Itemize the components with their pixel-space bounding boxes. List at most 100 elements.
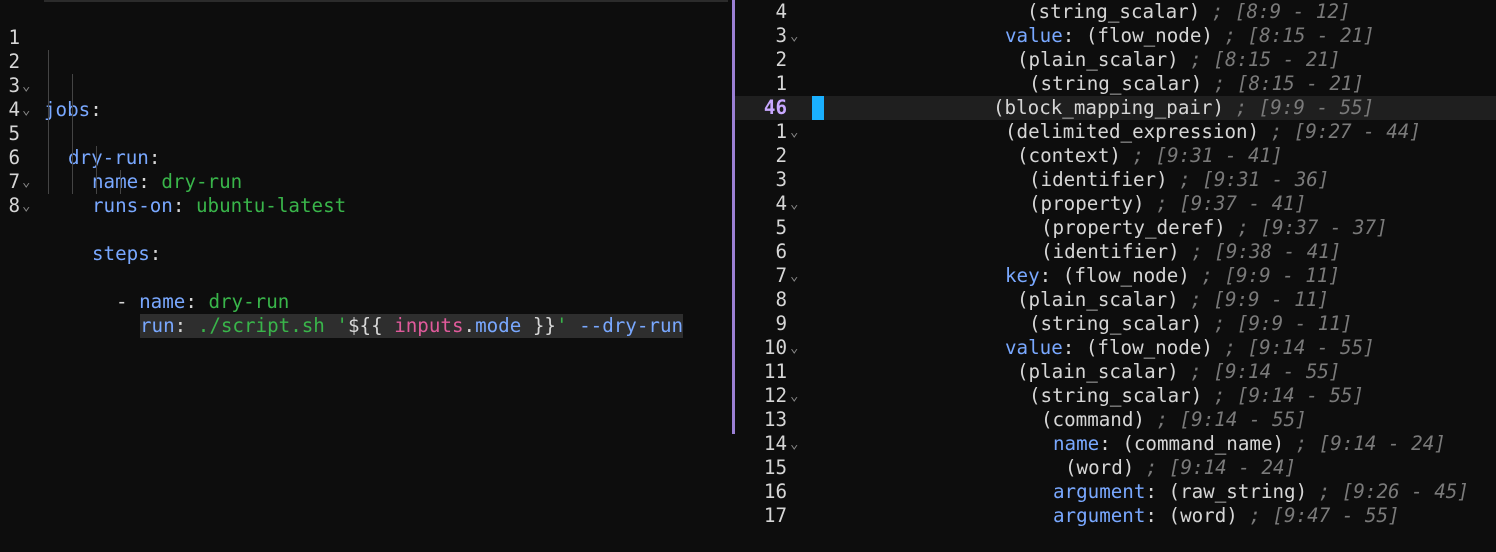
tree-node: value: (flow_node) ; [9:14 - 55] xyxy=(1005,336,1375,359)
field-name: value xyxy=(1005,24,1063,47)
colon: : xyxy=(174,314,187,337)
indent-guide xyxy=(48,122,49,146)
relative-line-number: 17 xyxy=(763,504,787,527)
colon: : xyxy=(138,170,150,193)
editor-line[interactable]: 2 ⌄ jobs: xyxy=(0,26,101,121)
node-range: ; [8:15 - 21] xyxy=(1213,72,1365,95)
tree-row[interactable]: 4 ⌄ (property) ; [9:37 - 41] xyxy=(735,192,1496,216)
colon: : xyxy=(149,242,162,265)
indent-guide xyxy=(120,170,121,194)
selected-run-line[interactable]: run: ./script.sh '${{ inputs.mode }}' --… xyxy=(140,314,684,338)
node-range: ; [9:37 - 37] xyxy=(1237,216,1388,239)
fold-chevron-icon[interactable]: ⌄ xyxy=(790,120,798,144)
fold-chevron-icon[interactable]: ⌄ xyxy=(790,24,798,48)
yaml-key: runs-on xyxy=(92,194,173,217)
tree-node: (property) ; [9:37 - 41] xyxy=(1029,192,1306,216)
relative-line-number: 46 xyxy=(763,96,787,119)
tree-node: (string_scalar) ; [8:9 - 12] xyxy=(1027,0,1350,24)
node-type: (delimited_expression) xyxy=(1005,120,1260,143)
yaml-key: steps xyxy=(92,242,150,265)
run-flag: --dry-run xyxy=(579,314,684,337)
node-range: ; [9:26 - 45] xyxy=(1318,480,1469,503)
editor-line[interactable]: 7 ⌄ - name: dry-run xyxy=(0,146,289,313)
tree-row[interactable]: 16 argument: (raw_string) ; [9:26 - 45] xyxy=(735,480,1496,504)
tree-row[interactable]: 5 (property_deref) ; [9:37 - 37] xyxy=(735,216,1496,240)
tree-row[interactable]: 1 ⌄ (delimited_expression) ; [9:27 - 44] xyxy=(735,120,1496,144)
yaml-key: name xyxy=(139,290,186,313)
tree-row[interactable]: 7 ⌄ key: (flow_node) ; [9:9 - 11] xyxy=(735,264,1496,288)
node-type: (flow_node) xyxy=(1062,264,1190,287)
tree-row[interactable]: 2 (plain_scalar) ; [8:15 - 21] xyxy=(735,48,1496,72)
editor-line[interactable]: 1 xyxy=(0,2,46,49)
fold-chevron-icon[interactable]: ⌄ xyxy=(790,264,798,288)
yaml-editor-pane[interactable]: 1 2 ⌄ jobs: 3 ⌄ dry-run: 4 name: dry-run… xyxy=(0,0,732,552)
indent-guide xyxy=(72,74,73,98)
tree-node: (plain_scalar) ; [8:15 - 21] xyxy=(1017,48,1340,72)
yaml-value: dry-run xyxy=(208,290,290,313)
fold-chevron-icon[interactable]: ⌄ xyxy=(790,192,798,216)
tree-node: (string_scalar) ; [9:14 - 55] xyxy=(1029,384,1364,408)
tree-node: key: (flow_node) ; [9:9 - 11] xyxy=(1005,264,1341,287)
tree-row[interactable]: 11 (plain_scalar) ; [9:14 - 55] xyxy=(735,360,1496,384)
yaml-value: ubuntu-latest xyxy=(196,194,347,217)
tree-row[interactable]: 3 ⌄ value: (flow_node) ; [8:15 - 21] xyxy=(735,24,1496,48)
tree-row[interactable]: 13 (command) ; [9:14 - 55] xyxy=(735,408,1496,432)
tree-node: value: (flow_node) ; [8:15 - 21] xyxy=(1005,24,1375,47)
tree-row[interactable]: 4 (string_scalar) ; [8:9 - 12] xyxy=(735,0,1496,24)
tree-row[interactable]: 14 ⌄ name: (command_name) ; [9:14 - 24] xyxy=(735,432,1496,456)
indent-guide xyxy=(72,146,73,170)
node-type: (identifier) xyxy=(1029,168,1168,191)
indent-guide xyxy=(72,122,73,146)
indent-guide xyxy=(48,146,49,170)
fold-chevron-icon[interactable]: ⌄ xyxy=(790,432,798,456)
yaml-value: dry-run xyxy=(161,170,243,193)
relative-line-number: 13 xyxy=(763,408,787,431)
tree-node: (plain_scalar) ; [9:14 - 55] xyxy=(1017,360,1340,384)
tree-row[interactable]: 10 ⌄ value: (flow_node) ; [9:14 - 55] xyxy=(735,336,1496,360)
relative-line-number: 16 xyxy=(763,480,787,503)
editor-line[interactable]: 5 runs-on: ubuntu-latest xyxy=(0,98,346,217)
yaml-key: dry-run xyxy=(68,146,149,169)
node-type: (plain_scalar) xyxy=(1017,288,1179,311)
tree-row[interactable]: 2 (context) ; [9:31 - 41] xyxy=(735,144,1496,168)
tree-row[interactable]: 46 (block_mapping_pair) ; [9:9 - 55] xyxy=(735,96,1496,120)
tree-row[interactable]: 6 (identifier) ; [9:38 - 41] xyxy=(735,240,1496,264)
quote-open: ' xyxy=(336,314,348,337)
tree-row[interactable]: 17 argument: (word) ; [9:47 - 55] xyxy=(735,504,1496,528)
field-name: key xyxy=(1005,264,1040,287)
tree-row[interactable]: 3 (identifier) ; [9:31 - 36] xyxy=(735,168,1496,192)
editor-line[interactable]: 6 ⌄ steps: xyxy=(0,122,161,265)
colon: : xyxy=(90,98,102,121)
node-type: (identifier) xyxy=(1041,240,1180,263)
fold-chevron-icon[interactable]: ⌄ xyxy=(790,336,798,360)
node-range: ; [9:14 - 55] xyxy=(1190,360,1341,383)
field-name: name xyxy=(1053,432,1100,455)
relative-line-number: 9 xyxy=(775,312,787,335)
syntax-tree-pane[interactable]: 4 (string_scalar) ; [8:9 - 12] 3 ⌄ value: (f… xyxy=(735,0,1496,552)
list-dash: - xyxy=(116,290,140,313)
editor-line[interactable]: 8 run: ./script.sh '${{ inputs.mode }}' … xyxy=(0,170,684,338)
editor-line[interactable]: 4 name: dry-run xyxy=(0,74,242,193)
node-range: ; [9:14 - 55] xyxy=(1156,408,1307,431)
cursor-block xyxy=(812,96,824,120)
indent-guide xyxy=(72,170,73,194)
editor-line[interactable]: 3 ⌄ dry-run: xyxy=(0,50,160,169)
node-range: ; [9:31 - 41] xyxy=(1132,144,1283,167)
tree-node: (context) ; [9:31 - 41] xyxy=(1017,144,1283,168)
node-range: ; [9:9 - 55] xyxy=(1235,96,1375,119)
node-type: (command_name) xyxy=(1122,432,1285,455)
relative-line-number: 6 xyxy=(775,240,787,263)
relative-line-number: 2 xyxy=(775,48,787,71)
relative-line-number: 10 xyxy=(763,336,787,359)
tree-node: (identifier) ; [9:31 - 36] xyxy=(1029,168,1329,192)
node-type: (plain_scalar) xyxy=(1017,360,1179,383)
fold-chevron-icon[interactable]: ⌄ xyxy=(790,384,798,408)
relative-line-number: 3 xyxy=(775,24,787,47)
tree-row[interactable]: 1 (string_scalar) ; [8:15 - 21] xyxy=(735,72,1496,96)
relative-line-number: 11 xyxy=(763,360,787,383)
tree-row[interactable]: 15 (word) ; [9:14 - 24] xyxy=(735,456,1496,480)
tree-row[interactable]: 9 (string_scalar) ; [9:9 - 11] xyxy=(735,312,1496,336)
tree-row[interactable]: 12 ⌄ (string_scalar) ; [9:14 - 55] xyxy=(735,384,1496,408)
node-type: (command) xyxy=(1041,408,1145,431)
tree-row[interactable]: 8 (plain_scalar) ; [9:9 - 11] xyxy=(735,288,1496,312)
